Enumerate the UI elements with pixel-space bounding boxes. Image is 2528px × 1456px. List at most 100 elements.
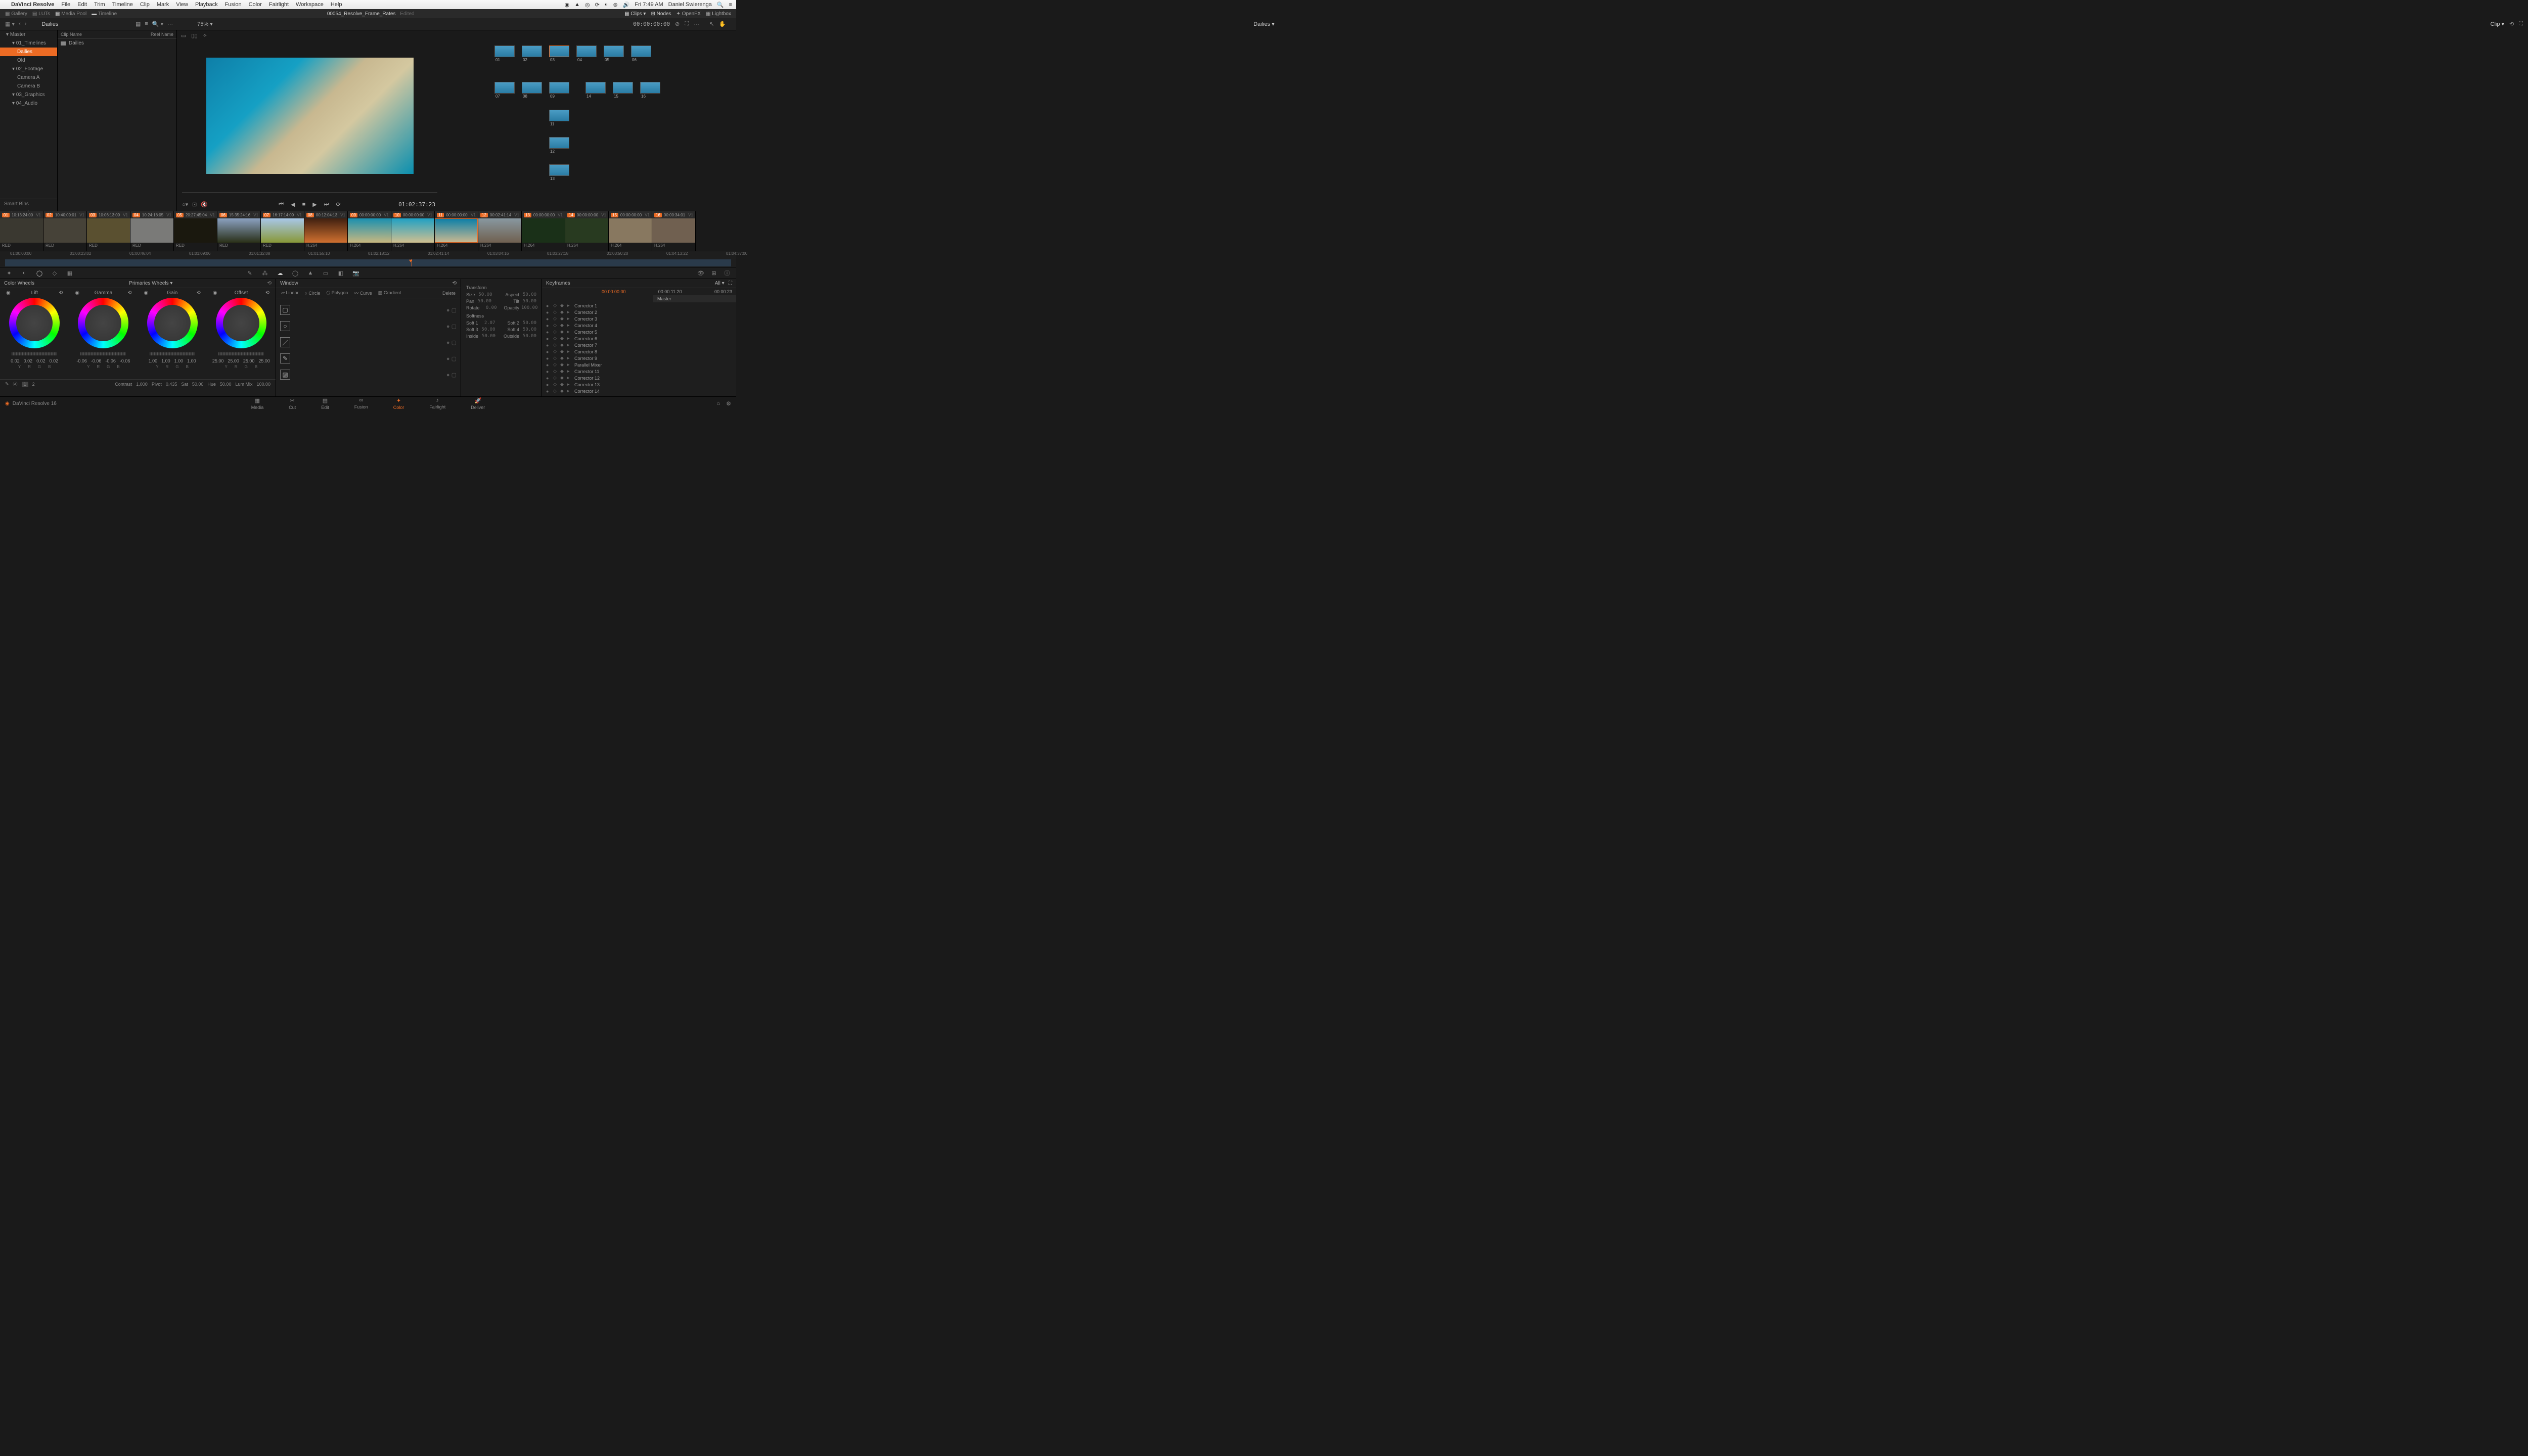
clips-toggle[interactable]: ▦ Clips ▾ <box>624 11 646 17</box>
viewer-timecode[interactable]: 00:00:00:00 <box>633 21 670 27</box>
tf-val[interactable]: 50.00 <box>480 334 495 339</box>
menu-trim[interactable]: Trim <box>94 2 105 8</box>
tf-val[interactable]: 2.07 <box>480 321 495 326</box>
luts-toggle[interactable]: ▤ LUTs <box>32 11 50 17</box>
clip-thumb[interactable]: 1200:02:41:14V1H.264 <box>478 211 522 251</box>
keyframe-row[interactable]: ●◇◆▸Corrector 2 <box>542 309 736 315</box>
wheel-val[interactable]: 1.00 <box>149 358 158 363</box>
page-cut[interactable]: ✂Cut <box>289 397 296 410</box>
menu-mark[interactable]: Mark <box>157 2 169 8</box>
window-linear[interactable]: ▢● ▢ <box>280 302 457 317</box>
stereo-icon[interactable]: ◧ <box>337 269 345 277</box>
options-icon[interactable]: ⋯ <box>167 21 173 27</box>
node[interactable] <box>522 82 542 94</box>
tf-val[interactable]: 50.00 <box>480 327 495 332</box>
node[interactable] <box>585 82 606 94</box>
wheel-val[interactable]: 25.00 <box>212 358 224 363</box>
master-bar[interactable] <box>80 352 126 355</box>
clip-thumb[interactable]: 0900:00:00:00V1H.264 <box>348 211 391 251</box>
scopes-icon[interactable]: ◯ <box>35 269 43 277</box>
menu-fusion[interactable]: Fusion <box>225 2 242 8</box>
gallery-toggle[interactable]: ▦ Gallery <box>5 11 27 17</box>
tf-val[interactable]: 100.00 <box>521 305 536 310</box>
menubar-user[interactable]: Daniel Swierenga <box>668 2 712 8</box>
page-deliver[interactable]: 🚀Deliver <box>471 397 485 410</box>
nodes-toggle[interactable]: ⊞ Nodes <box>651 11 671 17</box>
keyframe-row[interactable]: ●◇◆▸Corrector 9 <box>542 355 736 361</box>
wheel[interactable] <box>216 298 266 348</box>
pivot-value[interactable]: 0.435 <box>166 382 177 387</box>
clip-thumb[interactable]: 1600:00:34:01V1H.264 <box>652 211 696 251</box>
bin-item[interactable]: ▾ 01_Timelines <box>0 39 57 48</box>
reverse-button[interactable]: ◀ <box>291 201 295 208</box>
tf-val[interactable]: 50.00 <box>521 334 536 339</box>
clip-dropdown[interactable]: Clip ▾ <box>2491 21 2505 27</box>
menubar-status-icon[interactable]: ◐ <box>605 2 608 8</box>
keyframe-row[interactable]: ●◇◆▸Corrector 3 <box>542 315 736 322</box>
thumb-view-icon[interactable]: ▦ <box>136 21 141 27</box>
window-pen[interactable]: ✎● ▢ <box>280 351 457 366</box>
bin-item[interactable]: Camera B <box>0 82 57 90</box>
nav-fwd-icon[interactable]: › <box>25 21 27 27</box>
menu-edit[interactable]: Edit <box>77 2 87 8</box>
notifications-icon[interactable]: ≡ <box>729 2 732 8</box>
clip-thumb[interactable]: 0800:12:04:13V1H.264 <box>304 211 348 251</box>
picker-icon[interactable]: ⁂ <box>261 269 269 277</box>
blur-icon[interactable]: ◯ <box>291 269 299 277</box>
keyframe-row[interactable]: ●◇◆▸Corrector 13 <box>542 381 736 388</box>
kf-mode[interactable]: All <box>715 281 720 286</box>
clip-thumb[interactable]: 1400:00:00:00V1H.264 <box>565 211 609 251</box>
mini-track[interactable] <box>5 259 731 266</box>
node[interactable] <box>549 137 569 149</box>
menu-workspace[interactable]: Workspace <box>296 2 324 8</box>
menu-file[interactable]: File <box>61 2 70 8</box>
node[interactable] <box>549 110 569 121</box>
home-icon[interactable]: ⌂ <box>716 400 720 407</box>
wheel[interactable] <box>78 298 128 348</box>
node[interactable] <box>494 82 515 94</box>
tf-val[interactable]: 50.00 <box>476 299 491 304</box>
mute-icon[interactable]: 🔇 <box>201 201 208 208</box>
bin-item[interactable]: ▾ 04_Audio <box>0 99 57 108</box>
loop-button[interactable]: ⟳ <box>336 201 341 208</box>
keyframe-row[interactable]: ●◇◆▸Corrector 8 <box>542 348 736 355</box>
wheel-val[interactable]: 0.02 <box>36 358 46 363</box>
bin-item[interactable]: ▾ 02_Footage <box>0 65 57 73</box>
viewer-scrubber[interactable] <box>182 192 437 193</box>
prev-clip-button[interactable]: ⏮ <box>279 201 284 208</box>
shape-curve[interactable]: 〰 Curve <box>354 290 372 296</box>
clip-thumb[interactable]: 0716:17:14:09V1RED <box>261 211 304 251</box>
play-button[interactable]: ▶ <box>312 201 317 208</box>
bin-item[interactable]: Camera A <box>0 73 57 82</box>
keyframe-mode-icon[interactable]: 👁 <box>697 269 705 277</box>
col-clipname[interactable]: Clip Name <box>61 32 151 37</box>
tf-val[interactable]: 50.00 <box>521 321 536 326</box>
bin-item[interactable]: ▾ 03_Graphics <box>0 90 57 99</box>
menu-fairlight[interactable]: Fairlight <box>269 2 289 8</box>
bin-menu-icon[interactable]: ▦ ▾ <box>5 21 15 27</box>
bin-item[interactable]: Old <box>0 56 57 65</box>
keyframe-row[interactable]: ●◇◆▸Corrector 7 <box>542 342 736 348</box>
wheel-val[interactable]: 25.00 <box>258 358 270 363</box>
keyframe-row[interactable]: ●◇◆▸Parallel Mixer <box>542 361 736 368</box>
clip-thumb[interactable]: 0520:27:45:04V1RED <box>174 211 217 251</box>
mediapool-toggle[interactable]: ▦ Media Pool <box>55 11 86 17</box>
reset-icon[interactable]: ⟲ <box>453 281 457 286</box>
shape-gradient[interactable]: ▨ Gradient <box>378 290 401 296</box>
sat-value[interactable]: 50.00 <box>192 382 204 387</box>
waveform-icon[interactable]: ⊞ <box>710 269 718 277</box>
wheel-val[interactable]: 25.00 <box>228 358 239 363</box>
loop-icon[interactable]: ○▾ <box>182 201 188 208</box>
tf-val[interactable]: 50.00 <box>477 292 492 297</box>
reset-icon[interactable]: ⟲ <box>2509 21 2514 27</box>
window-curve[interactable]: ／● ▢ <box>280 335 457 350</box>
page-1[interactable]: 1 <box>22 382 28 387</box>
app-menu[interactable]: DaVinci Resolve <box>11 2 54 8</box>
keyframe-row[interactable]: ●◇◆▸Corrector 14 <box>542 388 736 394</box>
node[interactable] <box>549 46 569 57</box>
picker-icon[interactable]: ◉ <box>213 290 217 296</box>
kf-expand-icon[interactable]: ⛶ <box>729 281 732 286</box>
sizing-icon[interactable]: ▭ <box>322 269 330 277</box>
master-bar[interactable] <box>150 352 195 355</box>
wheel-val[interactable]: 0.02 <box>11 358 20 363</box>
